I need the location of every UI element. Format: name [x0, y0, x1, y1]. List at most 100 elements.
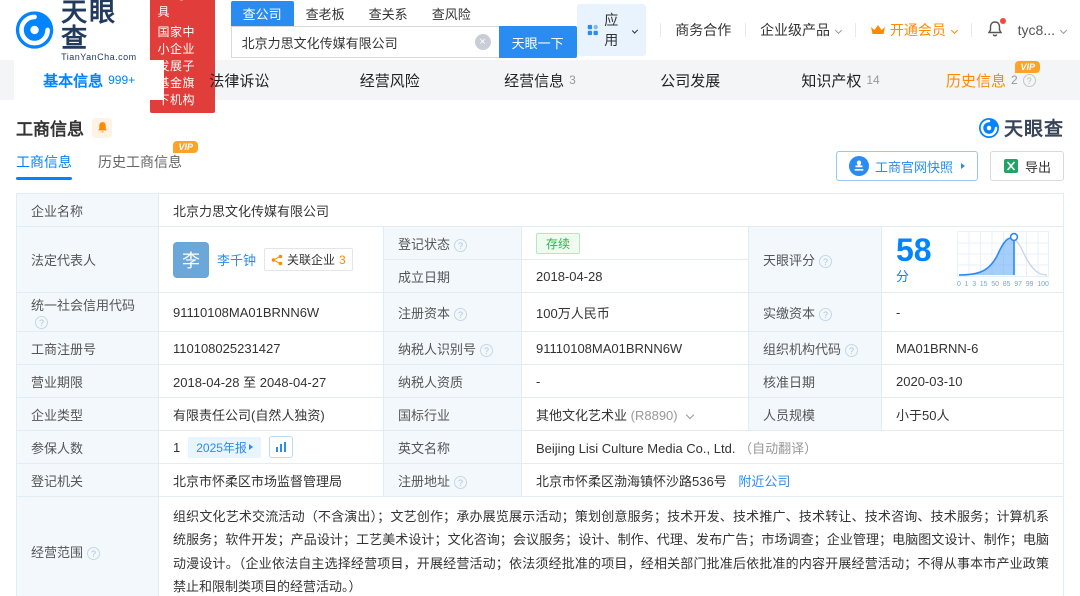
divider [971, 23, 972, 37]
approval-date-value: 2020-03-10 [882, 365, 1064, 398]
help-icon[interactable]: ? [819, 308, 832, 321]
tab-label: 经营风险 [360, 70, 420, 91]
taxpayer-id-label: 纳税人识别号? [384, 332, 522, 365]
reg-authority-value: 北京市怀柔区市场监督管理局 [159, 464, 384, 497]
table-row: 营业期限 2018-04-28 至 2048-04-27 纳税人资质 - 核准日… [17, 365, 1064, 398]
menu-vip[interactable]: 开通会员 [870, 20, 957, 40]
company-name-value: 北京力思文化传媒有限公司 [159, 194, 1064, 227]
nearby-companies-link[interactable]: 附近公司 [738, 474, 790, 489]
search-input[interactable] [231, 26, 499, 58]
search-tabs: 查公司 查老板 查关系 查风险 [231, 2, 577, 26]
tab-intellectual-property[interactable]: 知识产权 14 [765, 60, 915, 100]
help-icon[interactable]: ? [480, 344, 493, 357]
subtab-history-business-info[interactable]: VIP 历史工商信息 [98, 152, 182, 180]
bar-chart-icon [275, 441, 287, 453]
chevron-down-icon [1060, 26, 1067, 33]
score-axis-labels: 0131550859799100 [957, 281, 1049, 288]
notifications-bell[interactable] [986, 20, 1004, 41]
help-icon[interactable]: ? [1023, 74, 1036, 87]
enterprise-label: 企业级产品 [760, 20, 830, 40]
related-companies-badge[interactable]: 关联企业 3 [264, 248, 353, 271]
user-menu[interactable]: tyc8... [1018, 22, 1066, 38]
approval-date-label: 核准日期 [749, 365, 882, 398]
tab-basic-info[interactable]: 基本信息 999+ [14, 60, 164, 100]
help-icon[interactable]: ? [87, 547, 100, 560]
search-tab-boss[interactable]: 查老板 [306, 1, 345, 26]
subtab-label: 历史工商信息 [98, 154, 182, 170]
establish-date-value: 2018-04-28 [522, 260, 749, 293]
table-row: 登记机关 北京市怀柔区市场监督管理局 注册地址? 北京市怀柔区渤海镇怀沙路536… [17, 464, 1064, 497]
top-header: 天眼查 TianYanCha.com 都在用的商业查询工具 国家中小企业发展子基… [0, 0, 1080, 60]
help-icon[interactable]: ? [845, 344, 858, 357]
score-distribution-chart: 0131550859799100 [957, 231, 1049, 288]
tianyancha-logo-icon [978, 117, 1000, 139]
reg-status-label: 登记状态? [384, 227, 522, 260]
vip-badge: VIP [173, 141, 198, 153]
vip-badge: VIP [1015, 61, 1040, 73]
staff-size-label: 人员规模 [749, 398, 882, 431]
apps-menu[interactable]: 应用 [577, 4, 647, 56]
score-value: 58 [896, 232, 932, 268]
tab-label: 法律诉讼 [209, 70, 269, 91]
tab-history-info[interactable]: VIP 历史信息 2 ? [916, 60, 1066, 100]
help-icon[interactable]: ? [454, 308, 467, 321]
subscribe-bell-button[interactable] [92, 118, 112, 138]
tianyancha-logo-icon [14, 8, 55, 52]
help-icon[interactable]: ? [819, 255, 832, 268]
business-scope-value: 组织文化艺术交流活动（不含演出）；文艺创作；承办展览展示活动；策划创意服务；技术… [159, 497, 1064, 596]
clear-search-icon[interactable]: × [475, 34, 491, 50]
business-scope-label: 经营范围? [17, 497, 159, 596]
stamp-icon [849, 156, 869, 176]
tab-legal-proceedings[interactable]: 法律诉讼 [164, 60, 314, 100]
menu-cooperation[interactable]: 商务合作 [675, 20, 731, 40]
tab-operating-risk[interactable]: 经营风险 [315, 60, 465, 100]
main-content: 工商信息 天眼查 工商信息 VIP 历史工商信息 [0, 114, 1080, 596]
table-row: 统一社会信用代码? 91110108MA01BRNN6W 注册资本? 100万人… [17, 293, 1064, 332]
tab-company-development[interactable]: 公司发展 [615, 60, 765, 100]
help-icon[interactable]: ? [35, 316, 48, 329]
trend-chart-button[interactable] [269, 436, 293, 458]
table-row: 工商注册号 110108025231427 纳税人识别号? 91110108MA… [17, 332, 1064, 365]
subtab-business-info[interactable]: 工商信息 [16, 152, 72, 180]
legal-rep-link[interactable]: 李千钟 [217, 250, 256, 269]
paid-capital-value: - [882, 293, 1064, 332]
chevron-down-icon [631, 27, 637, 33]
annual-report-button[interactable]: 2025年报 [188, 437, 261, 458]
reg-address-label: 注册地址? [384, 464, 522, 497]
crown-icon [870, 23, 886, 37]
tab-operating-info[interactable]: 经营信息 3 [465, 60, 615, 100]
watermark-text: 天眼查 [1004, 114, 1064, 141]
chevron-down-icon[interactable] [686, 410, 694, 418]
related-label: 关联企业 [287, 251, 335, 268]
help-icon[interactable]: ? [454, 476, 467, 489]
reg-authority-label: 登记机关 [17, 464, 159, 497]
status-badge: 存续 [536, 233, 580, 254]
english-name-value: Beijing Lisi Culture Media Co., Ltd. [536, 441, 735, 456]
search-tab-risk[interactable]: 查风险 [432, 1, 471, 26]
export-button[interactable]: 导出 [990, 151, 1064, 181]
apps-label: 应用 [604, 10, 624, 50]
reg-number-label: 工商注册号 [17, 332, 159, 365]
relation-graph-icon [271, 254, 283, 266]
org-code-value: MA01BRNN-6 [882, 332, 1064, 365]
reg-number-value: 110108025231427 [159, 332, 384, 365]
menu-enterprise[interactable]: 企业级产品 [760, 20, 841, 40]
avatar[interactable]: 李 [173, 242, 209, 278]
search-button[interactable]: 天眼一下 [499, 26, 577, 58]
search-tab-company[interactable]: 查公司 [231, 1, 294, 26]
official-snapshot-button[interactable]: 工商官网快照 [836, 151, 978, 181]
reg-capital-label: 注册资本? [384, 293, 522, 332]
username: tyc8... [1018, 22, 1055, 38]
business-term-value: 2018-04-28 至 2048-04-27 [159, 365, 384, 398]
snapshot-label: 工商官网快照 [875, 157, 953, 176]
tianyancha-logo[interactable]: 天眼查 TianYanCha.com [14, 0, 140, 62]
export-label: 导出 [1025, 157, 1051, 176]
tab-count: 3 [569, 73, 576, 87]
staff-size-value: 小于50人 [882, 398, 1064, 431]
help-icon[interactable]: ? [454, 239, 467, 252]
credit-code-value: 91110108MA01BRNN6W [159, 293, 384, 332]
tab-label: 知识产权 [801, 70, 861, 91]
search-tab-relation[interactable]: 查关系 [369, 1, 408, 26]
taxpayer-quality-label: 纳税人资质 [384, 365, 522, 398]
industry-label: 国标行业 [384, 398, 522, 431]
